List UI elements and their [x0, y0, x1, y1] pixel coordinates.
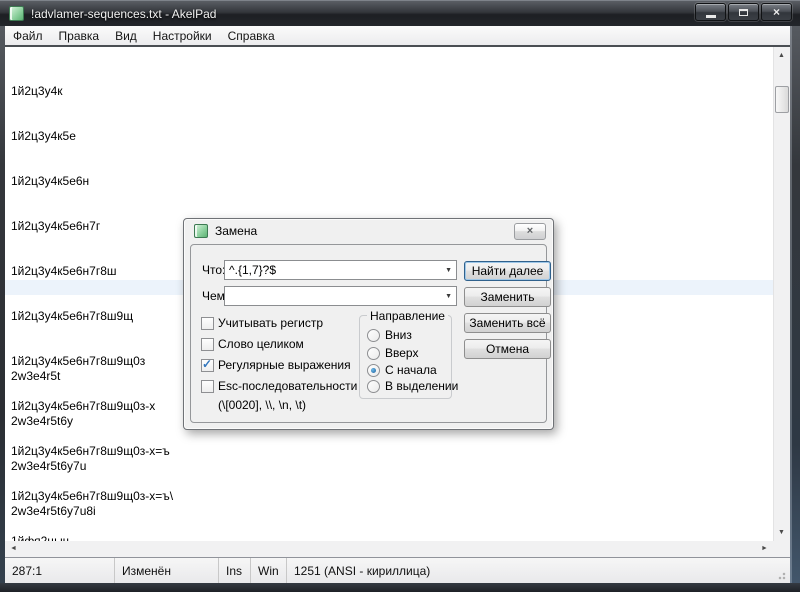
menu-edit[interactable]: Правка [51, 27, 108, 45]
close-icon: × [527, 225, 533, 237]
menu-view[interactable]: Вид [107, 27, 145, 45]
caption-buttons: × [693, 3, 792, 21]
regex-checkbox[interactable]: ✓ [201, 359, 214, 372]
checkmark-icon: ✓ [202, 357, 212, 371]
replace-button[interactable]: Заменить [464, 287, 551, 307]
scrollbar-corner [773, 541, 790, 557]
editor-line: 1й2ц3у4к5е [11, 129, 173, 144]
cancel-button[interactable]: Отмена [464, 339, 551, 359]
whole-word-label: Слово целиком [218, 337, 304, 351]
editor-line: 2w3e4r5t6y7u8i [11, 504, 143, 519]
replace-dialog: Замена × Что: ^.{1,7}?$ ▼ Чем: ▼ Найти д… [183, 218, 554, 430]
dropdown-icon[interactable]: ▼ [445, 293, 452, 301]
editor-line: 1й2ц3у4к5е6н7г8ш9щ [11, 309, 173, 324]
dialog-title: Замена [215, 224, 257, 238]
status-caret-position: 287:1 [5, 558, 115, 583]
horizontal-scrollbar[interactable]: ◄ ► [5, 541, 773, 557]
dialog-client-area: Что: ^.{1,7}?$ ▼ Чем: ▼ Найти далее Заме… [190, 244, 547, 423]
find-next-button[interactable]: Найти далее [464, 261, 551, 281]
menubar: Файл Правка Вид Настройки Справка [5, 26, 790, 45]
maximize-icon [739, 9, 748, 16]
direction-label: Направление [367, 309, 448, 323]
editor-line: 1й2ц3у4к [11, 84, 173, 99]
window-border-bottom [0, 583, 800, 592]
direction-up-radio[interactable] [367, 347, 380, 360]
whole-word-checkbox[interactable] [201, 338, 214, 351]
minimize-button[interactable] [695, 3, 726, 21]
maximize-button[interactable] [728, 3, 759, 21]
esc-sequences-label: Esc-последовательности [218, 379, 357, 393]
what-label: Что: [202, 263, 225, 277]
dropdown-icon[interactable]: ▼ [445, 267, 452, 275]
editor-line: 2w3e4r5t [11, 369, 143, 384]
akelpad-icon [9, 6, 24, 21]
direction-down-label: Вниз [385, 328, 412, 342]
dialog-close-button[interactable]: × [514, 223, 546, 240]
regex-label: Регулярные выражения [218, 358, 351, 372]
replace-all-button[interactable]: Заменить всё [464, 313, 551, 333]
editor-line: 1й2ц3у4к5е6н7г8ш [11, 264, 173, 279]
status-newline-format: Win [251, 558, 287, 583]
direction-from-start-radio[interactable] [367, 364, 380, 377]
close-icon: × [762, 5, 791, 20]
editor-line: 1й2ц3у4к5е6н7г [11, 219, 173, 234]
editor-line: 2w3e4r5t6y [11, 414, 143, 429]
window-border-right [790, 26, 800, 583]
direction-down-radio[interactable] [367, 329, 380, 342]
what-value: ^.{1,7}?$ [229, 263, 276, 277]
match-case-label: Учитывать регистр [218, 316, 323, 330]
status-modified: Изменён [115, 558, 219, 583]
menu-help[interactable]: Справка [220, 27, 283, 45]
scroll-down-icon[interactable]: ▼ [773, 524, 790, 541]
menu-settings[interactable]: Настройки [145, 27, 220, 45]
scroll-right-icon[interactable]: ► [756, 541, 773, 557]
window-title: !advlamer-sequences.txt - AkelPad [31, 7, 216, 21]
statusbar: 287:1 Изменён Ins Win 1251 (ANSI - кирил… [5, 557, 790, 583]
esc-sequences-checkbox[interactable] [201, 380, 214, 393]
resize-grip[interactable] [778, 570, 788, 580]
status-codepage: 1251 (ANSI - кириллица) [287, 558, 790, 583]
vertical-scrollbar[interactable]: ▲ ▼ [773, 47, 790, 541]
akelpad-window: !advlamer-sequences.txt - AkelPad × Файл… [0, 0, 800, 592]
text-block-latin: 2w3e4r5t 2w3e4r5t6y 2w3e4r5t6y7u 2w3e4r5… [11, 339, 143, 541]
what-combobox[interactable]: ^.{1,7}?$ ▼ [224, 260, 457, 280]
minimize-icon [706, 15, 716, 18]
direction-in-selection-label: В выделении [385, 379, 458, 393]
scroll-left-icon[interactable]: ◄ [5, 541, 22, 557]
titlebar[interactable]: !advlamer-sequences.txt - AkelPad × [0, 0, 800, 26]
direction-in-selection-radio[interactable] [367, 380, 380, 393]
status-insert-mode: Ins [219, 558, 251, 583]
vertical-scrollbar-thumb[interactable] [775, 86, 789, 113]
akelpad-icon [194, 224, 208, 238]
with-combobox[interactable]: ▼ [224, 286, 457, 306]
match-case-checkbox[interactable] [201, 317, 214, 330]
direction-groupbox: Направление Вниз Вверх С начала В выделе… [359, 315, 452, 399]
esc-sequences-hint: (\[0020], \\, \n, \t) [218, 398, 306, 412]
editor-line: 2w3e4r5t6y7u [11, 459, 143, 474]
scroll-up-icon[interactable]: ▲ [773, 47, 790, 64]
menu-file[interactable]: Файл [5, 27, 51, 45]
editor-line: 1й2ц3у4к5е6н [11, 174, 173, 189]
close-button[interactable]: × [761, 3, 792, 21]
direction-up-label: Вверх [385, 346, 418, 360]
direction-from-start-label: С начала [385, 363, 437, 377]
